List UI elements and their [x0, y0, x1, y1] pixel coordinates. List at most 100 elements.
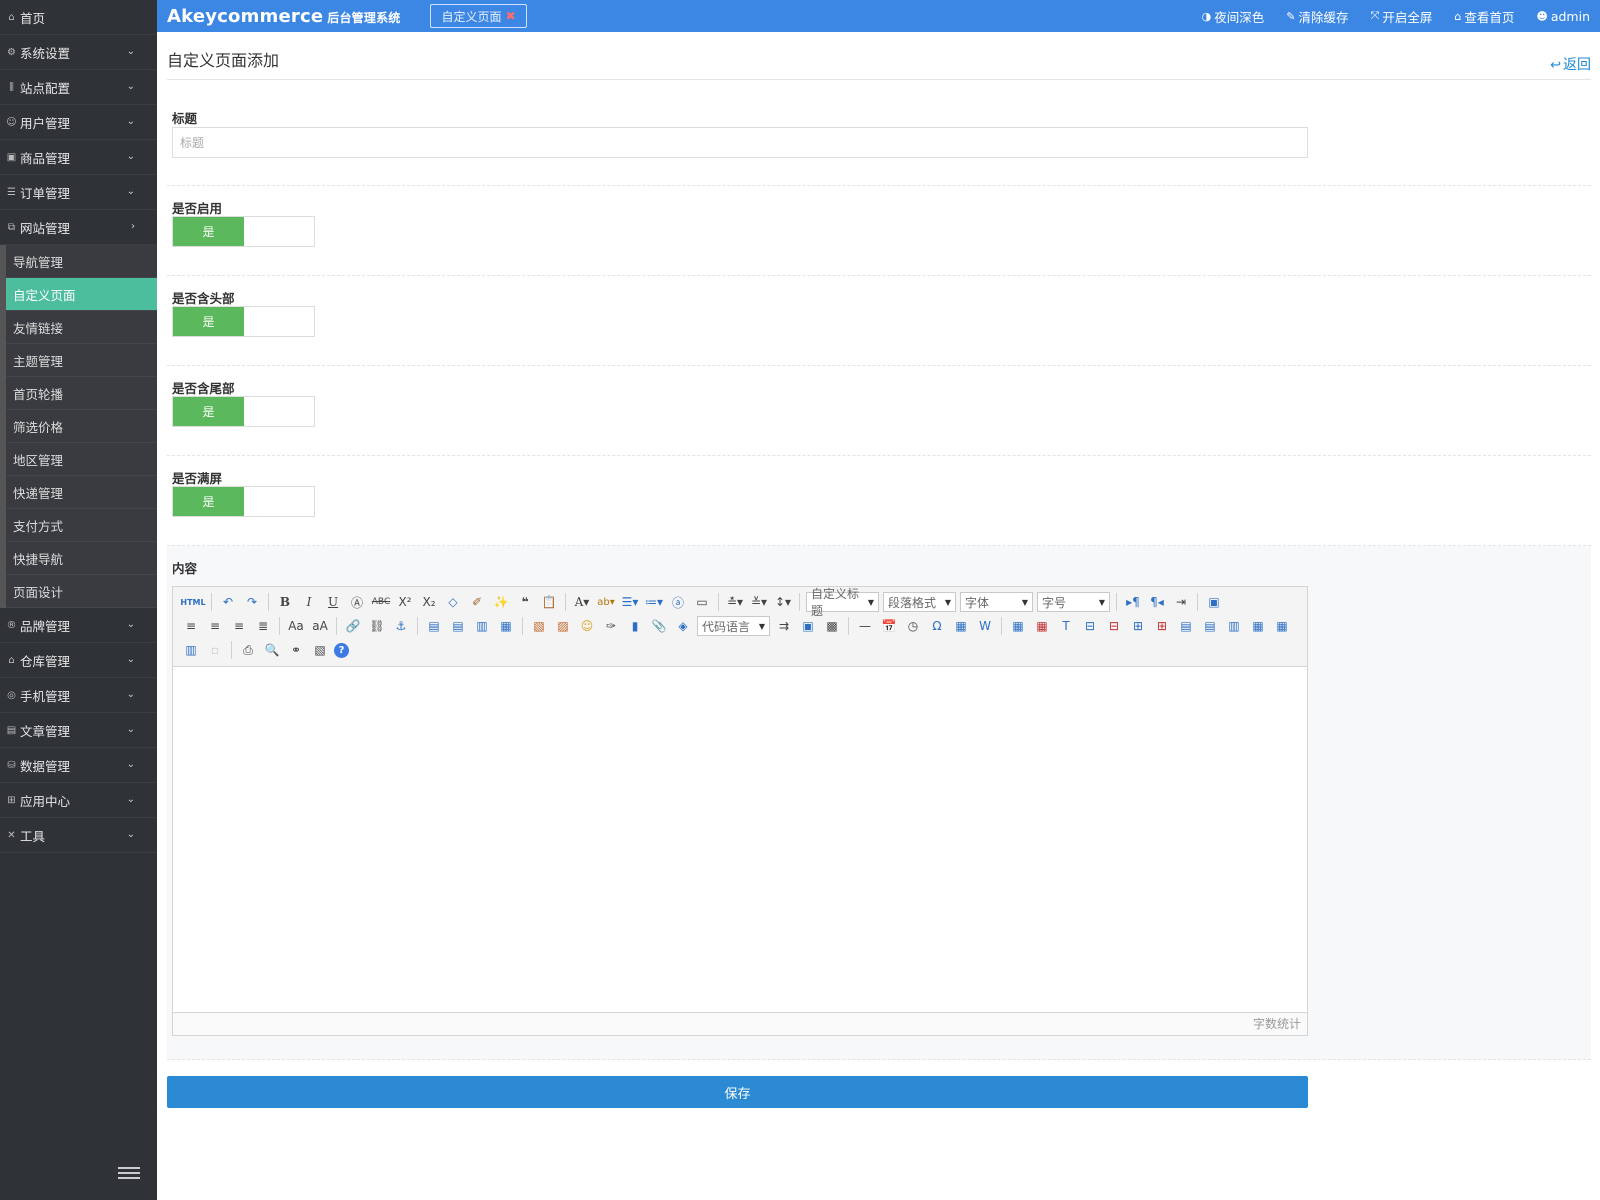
split-to-cells-icon[interactable]: ▦	[1248, 616, 1268, 636]
highlight-icon[interactable]: ab▾	[596, 592, 616, 612]
sidebar-item-links[interactable]: 友情链接	[6, 311, 157, 344]
preview-icon[interactable]: ▣	[1204, 592, 1224, 612]
sidebar-group-mobile[interactable]: ◎ 手机管理 ⌄	[0, 678, 157, 713]
align-justify-icon[interactable]: ≣	[253, 616, 273, 636]
ordered-list-icon[interactable]: ☰▾	[620, 592, 640, 612]
unlink-icon[interactable]: ⛓	[367, 616, 387, 636]
sidebar-item-quicknav[interactable]: 快捷导航	[6, 542, 157, 575]
sidebar-group-website[interactable]: ⧉ 网站管理 ›	[0, 210, 157, 245]
sidebar-item-page-design[interactable]: 页面设计	[6, 575, 157, 608]
date-icon[interactable]: 📅	[879, 616, 899, 636]
link-icon[interactable]: 🔗	[343, 616, 363, 636]
delete-row-icon[interactable]: ⊟	[1104, 616, 1124, 636]
sidebar-group-warehouse[interactable]: ⌂ 仓库管理 ⌄	[0, 643, 157, 678]
custom-title-select[interactable]: 自定义标题 ▼	[806, 587, 879, 618]
sidebar-item-shipping[interactable]: 快递管理	[6, 476, 157, 509]
title-input[interactable]	[172, 127, 1308, 158]
horizontal-rule-icon[interactable]: —	[855, 616, 875, 636]
insert-row-icon[interactable]: ⊟	[1080, 616, 1100, 636]
to-uppercase-icon[interactable]: Aа	[286, 616, 306, 636]
sidebar-item-price-filter[interactable]: 筛选价格	[6, 410, 157, 443]
sidebar-item-home[interactable]: ⌂ 首页	[0, 0, 157, 35]
sidebar-group-articles[interactable]: ▤ 文章管理 ⌄	[0, 713, 157, 748]
ltr-icon[interactable]: ▸¶	[1123, 592, 1143, 612]
split-to-rows-icon[interactable]: ▦	[1272, 616, 1292, 636]
insert-image-icon[interactable]: ▨	[553, 616, 573, 636]
delete-table-icon[interactable]: ▦	[1032, 616, 1052, 636]
special-char-icon[interactable]: Ω	[927, 616, 947, 636]
sidebar-item-themes[interactable]: 主题管理	[6, 344, 157, 377]
rtl-icon[interactable]: ¶◂	[1147, 592, 1167, 612]
paragraph-select[interactable]: 段落格式 ▼	[883, 592, 956, 612]
emotion-icon[interactable]: ☺	[577, 616, 597, 636]
italic-icon[interactable]: I	[299, 592, 319, 612]
paste-plain-icon[interactable]: 📋	[539, 592, 559, 612]
split-to-cols-icon[interactable]: ▥	[181, 640, 201, 660]
sidebar-item-regions[interactable]: 地区管理	[6, 443, 157, 476]
font-border-icon[interactable]: Ⓐ	[347, 592, 367, 612]
word-paste-icon[interactable]: W	[975, 616, 995, 636]
fullscreen-button[interactable]: ⤧ 开启全屏	[1371, 7, 1433, 26]
sidebar-group-orders[interactable]: ☰ 订单管理 ⌄	[0, 175, 157, 210]
view-home-button[interactable]: ⌂ 查看首页	[1454, 7, 1514, 26]
chart-icon[interactable]: ▫	[205, 640, 225, 660]
insert-video-icon[interactable]: ▮	[625, 616, 645, 636]
merge-down-icon[interactable]: ▥	[1224, 616, 1244, 636]
undo-icon[interactable]: ↶	[218, 592, 238, 612]
sidebar-group-site[interactable]: ⫼ 站点配置 ⌄	[0, 70, 157, 105]
redo-icon[interactable]: ↷	[242, 592, 262, 612]
font-family-select[interactable]: 字体 ▼	[960, 592, 1033, 612]
sidebar-group-users[interactable]: ☺ 用户管理 ⌄	[0, 105, 157, 140]
attachment-icon[interactable]: 📎	[649, 616, 669, 636]
align-right-icon[interactable]: ≡	[229, 616, 249, 636]
sidebar-group-tools[interactable]: ✕ 工具 ⌄	[0, 818, 157, 853]
font-size-select[interactable]: 字号 ▼	[1037, 592, 1110, 612]
insert-paragraph-before-table-icon[interactable]: T	[1056, 616, 1076, 636]
sidebar-item-payment[interactable]: 支付方式	[6, 509, 157, 542]
sidebar-item-carousel[interactable]: 首页轮播	[6, 377, 157, 410]
to-lowercase-icon[interactable]: аA	[310, 616, 330, 636]
sidebar-group-apps[interactable]: ⊞ 应用中心 ⌄	[0, 783, 157, 818]
print-icon[interactable]: ⎙	[238, 640, 258, 660]
image-right-icon[interactable]: ▤	[448, 616, 468, 636]
simple-upload-icon[interactable]: ▧	[529, 616, 549, 636]
tab-custom-page[interactable]: 自定义页面 ✖	[430, 4, 527, 28]
search-icon[interactable]: 🔍	[262, 640, 282, 660]
footer-switch[interactable]: 是	[172, 396, 315, 427]
night-mode-button[interactable]: ◑ 夜间深色	[1202, 7, 1265, 26]
page-break-icon[interactable]: ⇉	[774, 616, 794, 636]
align-left-icon[interactable]: ≡	[181, 616, 201, 636]
row-spacing-bottom-icon[interactable]: ≚▾	[749, 592, 769, 612]
scrawl-icon[interactable]: ✑	[601, 616, 621, 636]
insert-table-icon[interactable]: ▦	[1008, 616, 1028, 636]
sidebar-group-data[interactable]: ⛁ 数据管理 ⌄	[0, 748, 157, 783]
sidebar-group-products[interactable]: ▣ 商品管理 ⌄	[0, 140, 157, 175]
indent-icon[interactable]: ⇥	[1171, 592, 1191, 612]
sidebar-item-nav[interactable]: 导航管理	[6, 245, 157, 278]
image-center-icon[interactable]: ▦	[496, 616, 516, 636]
sidebar-group-system[interactable]: ⚙ 系统设置 ⌄	[0, 35, 157, 70]
blockquote-icon[interactable]: ❝	[515, 592, 535, 612]
line-height-icon[interactable]: ↕▾	[773, 592, 793, 612]
bold-icon[interactable]: B	[275, 592, 295, 612]
search-replace-icon[interactable]: ⚭	[286, 640, 306, 660]
eraser-icon[interactable]: ◇	[443, 592, 463, 612]
template-icon[interactable]: ▣	[798, 616, 818, 636]
sidebar-item-custom-page[interactable]: 自定义页面	[6, 278, 157, 311]
sidebar-collapse-icon[interactable]	[118, 1164, 140, 1182]
close-icon[interactable]: ✖	[506, 9, 516, 23]
background-icon[interactable]: ▩	[822, 616, 842, 636]
code-language-select[interactable]: 代码语言 ▼	[697, 616, 770, 636]
superscript-icon[interactable]: X²	[395, 592, 415, 612]
underline-icon[interactable]: U	[323, 592, 343, 612]
strikethrough-icon[interactable]: ABC	[371, 592, 391, 612]
wordimage-icon[interactable]: ▦	[951, 616, 971, 636]
format-painter-icon[interactable]: ✐	[467, 592, 487, 612]
drafts-icon[interactable]: ▧	[310, 640, 330, 660]
help-icon[interactable]: ?	[334, 642, 349, 658]
admin-menu-button[interactable]: ☻ admin	[1536, 9, 1590, 24]
unordered-list-icon[interactable]: ≔▾	[644, 592, 664, 612]
insert-col-icon[interactable]: ⊞	[1128, 616, 1148, 636]
sidebar-group-brands[interactable]: ® 品牌管理 ⌄	[0, 608, 157, 643]
clear-cache-button[interactable]: ✎ 清除缓存	[1286, 7, 1348, 26]
